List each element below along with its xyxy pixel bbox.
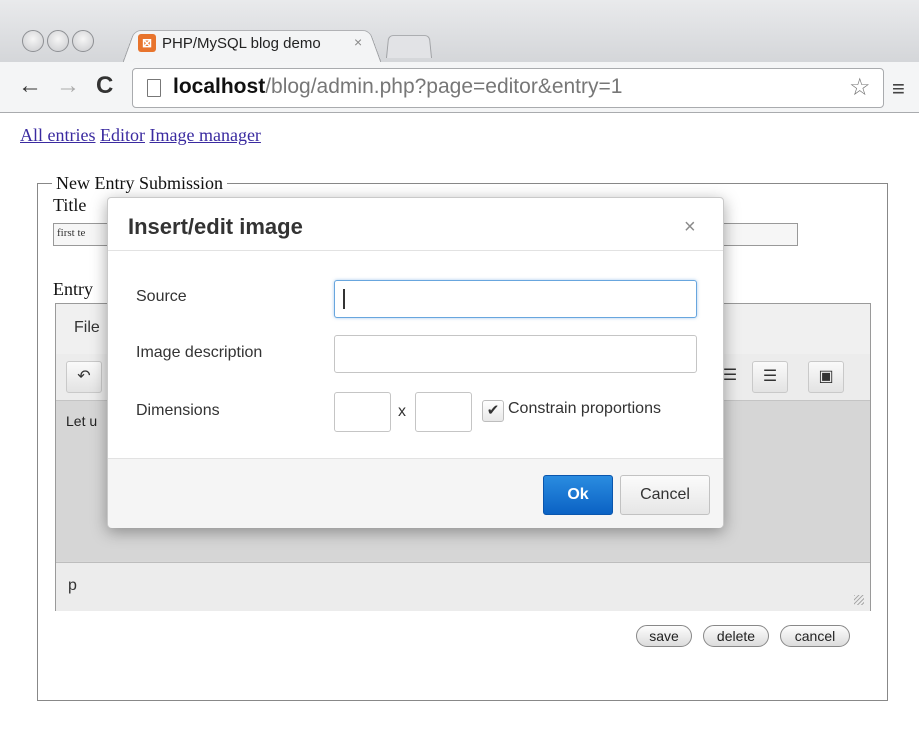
dialog-close-icon[interactable]: × [684,216,696,239]
dialog-header-divider [108,250,723,251]
entry-label: Entry [53,279,93,299]
cancel-form-button[interactable]: cancel [780,625,850,647]
bookmark-star-icon[interactable]: ☆ [849,73,871,102]
url-path: /blog/admin.php?page=editor&entry=1 [265,75,623,98]
editor-element-path[interactable]: p [68,577,77,595]
dimensions-separator: x [398,403,406,420]
title-label: Title [53,195,87,215]
editor-content-text: Let u [66,413,98,429]
dialog-footer: Ok Cancel [108,458,723,528]
undo-icon[interactable]: ↶ [66,361,102,393]
reload-icon[interactable]: C [96,74,113,98]
url-text: localhost/blog/admin.php?page=editor&ent… [173,75,622,99]
indent-icon[interactable]: ☰ [752,361,788,393]
tab-close-icon[interactable]: × [354,34,362,50]
admin-nav: All entries Editor Image manager [20,125,261,146]
source-label: Source [136,288,187,305]
favicon-icon: ⊠ [138,34,156,52]
fieldset-legend: New Entry Submission [56,173,224,193]
constrain-proportions-checkbox[interactable]: ✔ [482,400,504,422]
browser-menu-icon[interactable]: ≡ [892,76,905,102]
height-input[interactable] [415,392,472,432]
new-tab-shape [386,34,432,58]
tab-title: PHP/MySQL blog demo [162,35,321,52]
url-host: localhost [173,75,266,98]
browser-tab[interactable]: ⊠ PHP/MySQL blog demo × [122,26,382,65]
forward-arrow-icon[interactable]: → [56,74,80,98]
dimensions-label: Dimensions [136,402,220,419]
editor-menu-file[interactable]: File [74,319,100,337]
nav-all-entries-link[interactable]: All entries [20,125,95,145]
width-input[interactable] [334,392,391,432]
image-description-input[interactable] [334,335,697,373]
page-icon [147,79,161,97]
cancel-button[interactable]: Cancel [620,475,710,515]
image-icon[interactable]: ▣ [808,361,844,393]
browser-chrome: ⊠ PHP/MySQL blog demo × ← → C localhost/… [0,0,919,113]
save-button[interactable]: save [636,625,692,647]
back-arrow-icon[interactable]: ← [18,74,42,98]
resize-handle-icon[interactable] [854,595,864,605]
dialog-title: Insert/edit image [128,214,303,239]
tab-strip: ⊠ PHP/MySQL blog demo × [0,0,919,65]
nav-image-manager-link[interactable]: Image manager [149,125,260,145]
constrain-proportions-label: Constrain proportions [508,400,661,417]
editor-statusbar: p [56,562,870,611]
image-description-label: Image description [136,344,263,361]
ok-button[interactable]: Ok [543,475,613,515]
new-tab-button[interactable] [386,32,432,58]
nav-editor-link[interactable]: Editor [100,125,145,145]
text-caret [343,289,345,309]
zoom-window-button[interactable] [72,30,94,52]
source-input[interactable] [334,280,697,318]
address-bar[interactable]: localhost/blog/admin.php?page=editor&ent… [132,68,884,108]
minimize-window-button[interactable] [47,30,69,52]
delete-button[interactable]: delete [703,625,769,647]
insert-image-dialog: Insert/edit image × Source Image descrip… [107,197,724,528]
close-window-button[interactable] [22,30,44,52]
